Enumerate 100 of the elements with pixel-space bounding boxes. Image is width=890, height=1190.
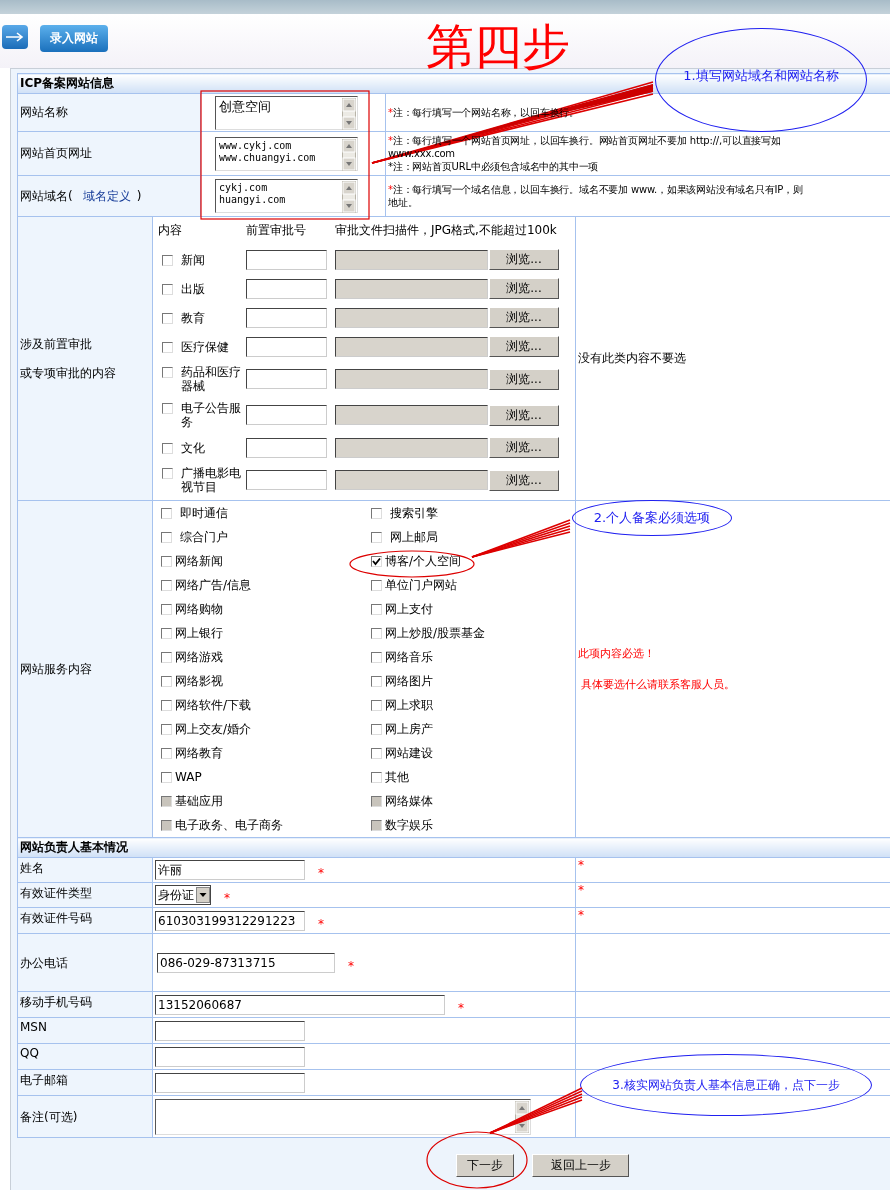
next-button[interactable]: 下一步 (456, 1154, 514, 1177)
checkbox-label: 广播电影电视节目 (181, 466, 241, 494)
field-label: 网站域名( (20, 188, 73, 203)
checkbox[interactable] (161, 579, 172, 591)
checkbox[interactable] (371, 723, 382, 735)
checkbox-label: 其他 (385, 768, 409, 786)
checkbox[interactable] (162, 442, 173, 454)
file-field[interactable] (335, 307, 488, 328)
checkbox-label: 电子政务、电子商务 (175, 816, 283, 834)
checkbox[interactable] (161, 531, 172, 543)
input-field[interactable] (155, 1072, 305, 1093)
browse-button[interactable]: 浏览... (489, 404, 559, 426)
checkbox[interactable] (162, 468, 173, 479)
input-field[interactable] (246, 369, 327, 389)
checkbox-label: 网上邮局 (390, 528, 438, 546)
browse-button[interactable]: 浏览... (489, 278, 559, 299)
checkbox[interactable] (162, 341, 173, 353)
checkbox-label: 网上炒股/股票基金 (385, 624, 486, 642)
checkbox[interactable] (371, 627, 382, 639)
browse-button[interactable]: 浏览... (489, 336, 559, 357)
checkbox[interactable] (161, 771, 172, 783)
link[interactable]: 域名定义 (82, 188, 131, 203)
input-field[interactable] (246, 249, 327, 270)
browse-button[interactable]: 浏览... (489, 469, 559, 491)
browse-button[interactable]: 浏览... (489, 307, 559, 328)
file-field[interactable] (335, 278, 488, 299)
note-text: *注：网站首页URL中必须包含域名中的其中一项 (388, 160, 600, 173)
browse-button[interactable]: 浏览... (489, 249, 559, 270)
checkbox[interactable] (371, 507, 382, 519)
checkbox[interactable] (161, 675, 172, 687)
checkbox[interactable] (161, 603, 172, 615)
checkbox[interactable] (161, 723, 172, 735)
checkbox[interactable] (371, 747, 382, 759)
checkbox[interactable] (161, 747, 172, 759)
file-field[interactable] (335, 405, 488, 425)
input-field[interactable] (246, 307, 327, 328)
checkbox-label: 博客/个人空间 (385, 552, 462, 570)
required-mark: * (224, 891, 230, 905)
file-field[interactable] (335, 249, 488, 270)
checkbox[interactable] (371, 579, 382, 591)
field-label: QQ (20, 1046, 39, 1060)
text-area[interactable] (155, 1098, 531, 1135)
checkbox[interactable] (371, 603, 382, 615)
field-label: 备注(可选) (20, 1110, 78, 1124)
required-mark: * (578, 858, 584, 872)
checkbox[interactable] (161, 507, 172, 519)
checkbox[interactable] (162, 283, 173, 295)
checkbox[interactable] (161, 555, 172, 567)
checkbox[interactable] (371, 771, 382, 783)
checkbox[interactable] (371, 675, 382, 687)
checkbox-label: 新闻 (181, 252, 206, 267)
input-field[interactable] (246, 470, 327, 490)
dropdown[interactable]: 身份证 (155, 885, 211, 905)
input-field[interactable]: 13152060687 (155, 994, 445, 1015)
checkbox[interactable] (161, 651, 172, 663)
checkbox-label: 文化 (181, 440, 206, 455)
input-field[interactable] (155, 1020, 305, 1041)
field-label: 办公电话 (20, 956, 68, 970)
arrow-button[interactable] (2, 25, 28, 49)
checkbox-label: 综合门户 (180, 528, 228, 546)
checkbox-label: 即时通信 (180, 504, 228, 522)
browse-button[interactable]: 浏览... (489, 368, 559, 390)
text-area[interactable]: cykj.com huangyi.com (215, 179, 358, 213)
caret-icon (196, 887, 210, 903)
checkbox-label: 教育 (181, 310, 206, 325)
input-field[interactable] (246, 336, 327, 357)
checkbox[interactable] (162, 403, 173, 414)
file-field[interactable] (335, 369, 488, 389)
checkbox[interactable] (162, 254, 173, 266)
input-field[interactable] (246, 278, 327, 299)
browse-button[interactable]: 浏览... (489, 437, 559, 458)
checkbox[interactable] (162, 312, 173, 324)
back-button[interactable]: 返回上一步 (532, 1154, 629, 1177)
column-header: 内容 (158, 222, 183, 239)
checkbox-label: 网络媒体 (385, 792, 433, 810)
checkbox[interactable] (161, 699, 172, 711)
input-field[interactable]: 610303199312291223 (155, 910, 305, 931)
text-area[interactable]: www.cykj.com www.chuangyi.com (215, 136, 358, 171)
checkbox[interactable] (161, 627, 172, 639)
step-title: 第四步 (426, 17, 570, 75)
file-field[interactable] (335, 470, 488, 490)
note-text: *注：每行填写一个域名信息，以回车换行。域名不要加 www.，如果该网站没有域名只有IP，则 地址。 (388, 183, 804, 209)
side-note: 没有此类内容不要选 (578, 351, 686, 365)
checkbox-label: 网上支付 (385, 600, 433, 618)
checkbox[interactable] (371, 531, 382, 543)
file-field[interactable] (335, 437, 488, 458)
checkbox[interactable] (371, 555, 382, 567)
checkbox[interactable] (371, 651, 382, 663)
checkbox[interactable] (162, 367, 173, 378)
checkbox-label: 网上交友/婚介 (175, 720, 252, 738)
input-field[interactable] (246, 405, 327, 425)
file-field[interactable] (335, 336, 488, 357)
checkbox-label: 网络新闻 (175, 552, 223, 570)
checkbox[interactable] (371, 699, 382, 711)
text-area[interactable]: 创意空间 (215, 95, 358, 130)
input-field[interactable]: 086-029-87313715 (157, 952, 335, 973)
checkbox-label: 出版 (181, 281, 206, 296)
input-field[interactable] (246, 437, 327, 458)
input-field[interactable]: 许丽 (155, 860, 305, 880)
input-field[interactable] (155, 1046, 305, 1067)
